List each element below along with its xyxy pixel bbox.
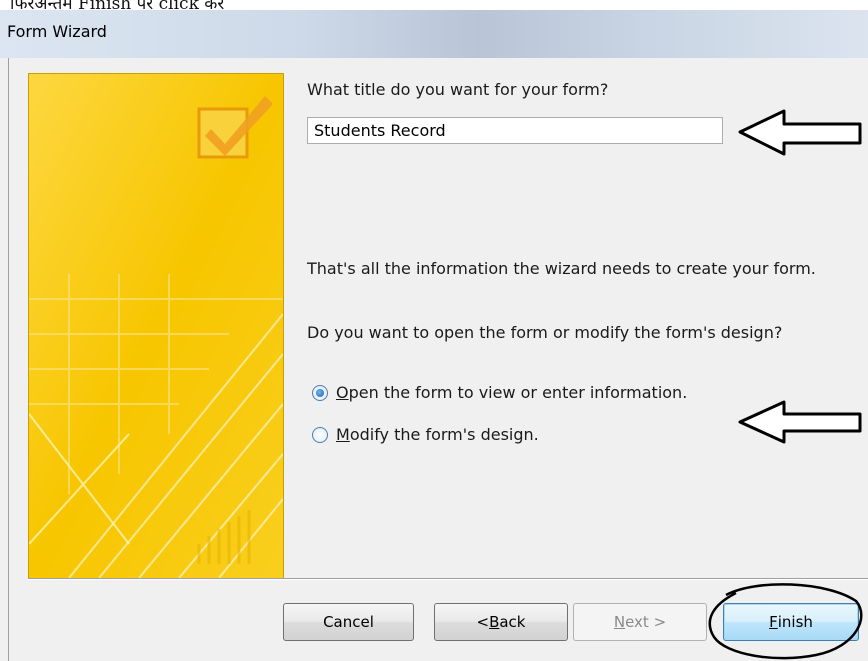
radio-modify-design[interactable]: Modify the form's design. xyxy=(312,425,539,444)
wizard-side-image xyxy=(28,73,284,579)
button-separator xyxy=(28,578,868,580)
radio-modify-label: Modify the form's design. xyxy=(336,425,539,444)
info-text: That's all the information the wizard ne… xyxy=(307,259,816,278)
radio-button-selected[interactable] xyxy=(312,384,328,401)
radio-open-form[interactable]: Open the form to view or enter informati… xyxy=(312,383,687,402)
circle-annotation xyxy=(708,583,863,660)
back-button[interactable]: < Back xyxy=(434,603,568,641)
open-or-modify-prompt: Do you want to open the form or modify t… xyxy=(307,323,783,342)
radio-open-label: Open the form to view or enter informati… xyxy=(336,383,688,402)
left-arrow-annotation xyxy=(738,109,862,156)
window-title: Form Wizard xyxy=(7,22,107,41)
wizard-banner-graphic xyxy=(29,74,283,578)
cancel-button[interactable]: Cancel xyxy=(283,603,414,641)
form-title-input[interactable] xyxy=(307,117,723,144)
caption-fragment: फिरअन्तमें Finish पर click करे xyxy=(10,0,225,10)
left-arrow-annotation xyxy=(738,400,862,444)
caption-strip: फिरअन्तमें Finish पर click करे xyxy=(0,0,868,10)
next-button[interactable]: Next > xyxy=(573,603,707,641)
radio-button-unselected[interactable] xyxy=(312,426,328,443)
title-bar: Form Wizard xyxy=(0,10,868,58)
form-title-question: What title do you want for your form? xyxy=(307,80,609,99)
